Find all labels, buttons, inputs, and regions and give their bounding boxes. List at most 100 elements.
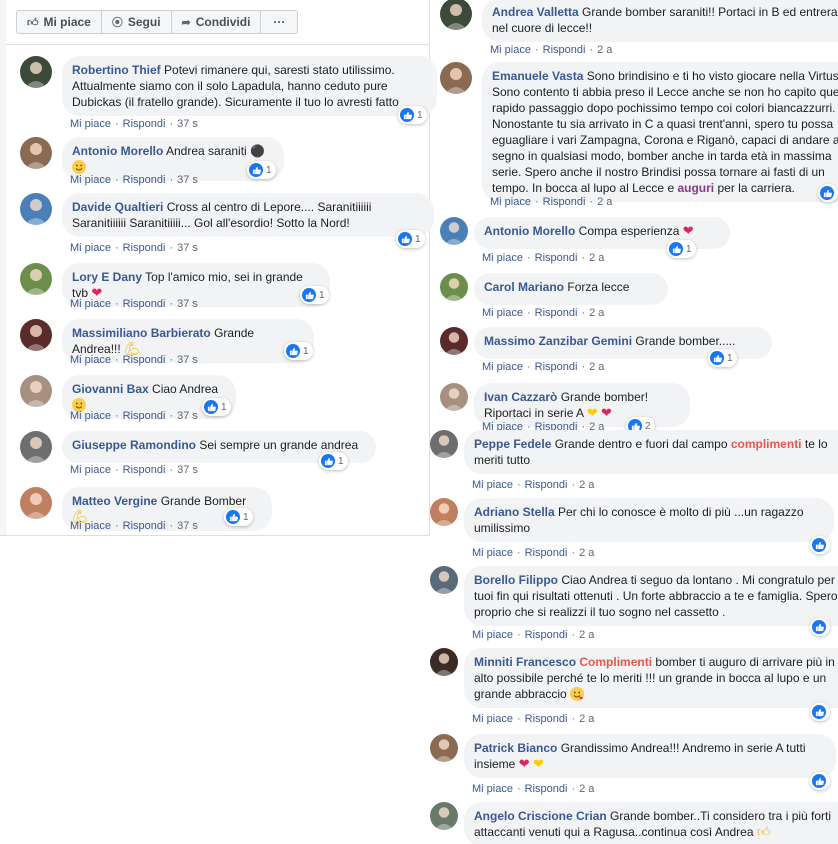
comment-like-link[interactable]: Mi piace	[490, 196, 531, 208]
reaction-count[interactable]: 1	[319, 452, 348, 470]
reaction-count[interactable]	[810, 772, 830, 790]
comment-reply-link[interactable]: Rispondi	[123, 242, 166, 254]
comment-timestamp[interactable]: 37 s	[177, 520, 198, 532]
reaction-count[interactable]: 1	[396, 230, 425, 248]
comment-reply-link[interactable]: Rispondi	[525, 479, 568, 491]
comment-reply-link[interactable]: Rispondi	[123, 464, 166, 476]
comment-like-link[interactable]: Mi piace	[70, 242, 111, 254]
comment-reply-link[interactable]: Rispondi	[123, 174, 166, 186]
comment-like-link[interactable]: Mi piace	[472, 629, 513, 641]
comment-timestamp[interactable]: 2 a	[589, 307, 604, 319]
avatar[interactable]	[440, 383, 468, 411]
comment-reply-link[interactable]: Rispondi	[123, 520, 166, 532]
reaction-count[interactable]	[818, 184, 838, 202]
like-post-button[interactable]: 👍︎ Mi piace	[17, 11, 102, 33]
avatar[interactable]	[20, 56, 52, 88]
comment-reply-link[interactable]: Rispondi	[525, 547, 568, 559]
comment-like-link[interactable]: Mi piace	[482, 361, 523, 373]
comment-like-link[interactable]: Mi piace	[472, 713, 513, 725]
comment-author[interactable]: Patrick Bianco	[474, 741, 557, 755]
comment-reply-link[interactable]: Rispondi	[525, 629, 568, 641]
comment-author[interactable]: Emanuele Vasta	[492, 69, 583, 83]
reaction-count[interactable]: 1	[284, 342, 313, 360]
comment-author[interactable]: Lory E Dany	[72, 270, 142, 284]
comment-timestamp[interactable]: 37 s	[177, 464, 198, 476]
avatar[interactable]	[430, 734, 458, 762]
comment-reply-link[interactable]: Rispondi	[543, 44, 586, 56]
comment-like-link[interactable]: Mi piace	[70, 464, 111, 476]
highlighted-word[interactable]: auguri	[677, 181, 714, 195]
avatar[interactable]	[20, 263, 52, 295]
comment-timestamp[interactable]: 2 a	[579, 479, 594, 491]
comment-timestamp[interactable]: 2 a	[579, 783, 594, 795]
avatar[interactable]	[20, 375, 52, 407]
comment-timestamp[interactable]: 2 a	[579, 713, 594, 725]
comment-author[interactable]: Andrea Valletta	[492, 5, 579, 19]
avatar[interactable]	[20, 137, 52, 169]
comment-like-link[interactable]: Mi piace	[472, 479, 513, 491]
follow-button[interactable]: ⦿ Segui	[102, 11, 172, 33]
comment-reply-link[interactable]: Rispondi	[525, 713, 568, 725]
avatar[interactable]	[430, 802, 458, 830]
reaction-count[interactable]: 1	[667, 240, 696, 258]
comment-like-link[interactable]: Mi piace	[70, 410, 111, 422]
reaction-count[interactable]	[810, 618, 830, 636]
comment-timestamp[interactable]: 2 a	[579, 629, 594, 641]
avatar[interactable]	[20, 319, 52, 351]
comment-author[interactable]: Carol Mariano	[484, 280, 564, 294]
comment-author[interactable]: Massimo Zanzibar Gemini	[484, 334, 632, 348]
comment-like-link[interactable]: Mi piace	[482, 307, 523, 319]
comment-author[interactable]: Robertino Thief	[72, 63, 161, 77]
comment-timestamp[interactable]: 37 s	[177, 118, 198, 130]
comment-author[interactable]: Antonio Morello	[72, 144, 163, 158]
comment-author[interactable]: Ivan Cazzarò	[484, 390, 557, 404]
comment-like-link[interactable]: Mi piace	[472, 783, 513, 795]
reaction-count[interactable]: 1	[300, 286, 329, 304]
highlighted-word[interactable]: Complimenti	[579, 655, 652, 669]
comment-reply-link[interactable]: Rispondi	[123, 298, 166, 310]
comment-timestamp[interactable]: 37 s	[177, 242, 198, 254]
avatar[interactable]	[430, 566, 458, 594]
comment-like-link[interactable]: Mi piace	[482, 252, 523, 264]
comment-timestamp[interactable]: 2 a	[579, 547, 594, 559]
comment-like-link[interactable]: Mi piace	[490, 44, 531, 56]
highlighted-word[interactable]: complimenti	[731, 437, 802, 451]
avatar[interactable]	[440, 62, 472, 94]
avatar[interactable]	[20, 431, 52, 463]
comment-timestamp[interactable]: 37 s	[177, 298, 198, 310]
comment-author[interactable]: Angelo Criscione Crian	[474, 809, 607, 823]
comment-reply-link[interactable]: Rispondi	[535, 252, 578, 264]
comment-author[interactable]: Matteo Vergine	[72, 494, 157, 508]
avatar[interactable]	[20, 487, 52, 519]
comment-timestamp[interactable]: 37 s	[177, 354, 198, 366]
comment-like-link[interactable]: Mi piace	[70, 174, 111, 186]
more-options-button[interactable]: ···	[261, 11, 297, 33]
avatar[interactable]	[440, 0, 472, 30]
avatar[interactable]	[430, 498, 458, 526]
comment-author[interactable]: Peppe Fedele	[474, 437, 551, 451]
comment-author[interactable]: Borello Filippo	[474, 573, 558, 587]
comment-author[interactable]: Massimiliano Barbierato	[72, 326, 211, 340]
comment-reply-link[interactable]: Rispondi	[123, 354, 166, 366]
share-button[interactable]: ➦ Condividi	[172, 11, 262, 33]
comment-timestamp[interactable]: 2 a	[589, 361, 604, 373]
comment-timestamp[interactable]: 2 a	[597, 196, 612, 208]
comment-timestamp[interactable]: 37 s	[177, 410, 198, 422]
avatar[interactable]	[440, 217, 468, 245]
comment-reply-link[interactable]: Rispondi	[123, 118, 166, 130]
comment-reply-link[interactable]: Rispondi	[535, 307, 578, 319]
comment-like-link[interactable]: Mi piace	[472, 547, 513, 559]
avatar[interactable]	[430, 648, 458, 676]
avatar[interactable]	[20, 193, 52, 225]
comment-reply-link[interactable]: Rispondi	[535, 361, 578, 373]
reaction-count[interactable]: 1	[202, 398, 231, 416]
comment-timestamp[interactable]: 2 a	[589, 252, 604, 264]
comment-author[interactable]: Antonio Morello	[484, 224, 575, 238]
reaction-count[interactable]: 1	[708, 349, 737, 367]
reaction-count[interactable]	[810, 536, 830, 554]
reaction-count[interactable]	[810, 703, 830, 721]
comment-author[interactable]: Davide Qualtieri	[72, 200, 163, 214]
reaction-count[interactable]: 1	[247, 161, 276, 179]
avatar[interactable]	[440, 327, 468, 355]
comment-reply-link[interactable]: Rispondi	[525, 783, 568, 795]
